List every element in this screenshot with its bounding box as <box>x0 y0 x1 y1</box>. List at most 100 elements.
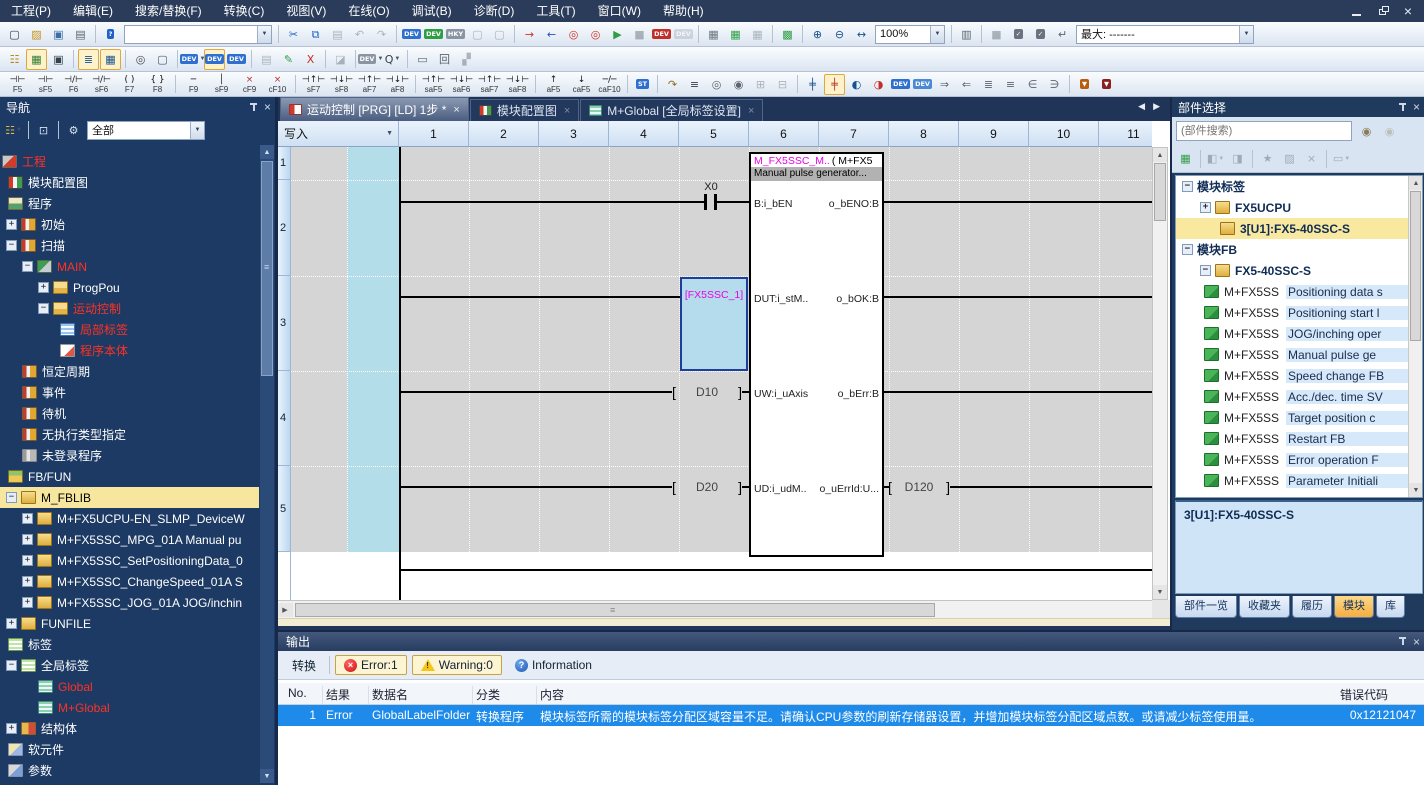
collapse-icon[interactable]: − <box>1200 265 1211 276</box>
ladder-symbol-saF5-button[interactable]: ⊣↑⊢saF5 <box>420 73 447 96</box>
step-gray-icon[interactable]: ■ <box>986 24 1007 45</box>
expand-icon[interactable]: + <box>6 618 17 629</box>
parts-tab-部件一览[interactable]: 部件一览 <box>1175 596 1237 618</box>
copy-icon[interactable]: ⧉ <box>305 24 326 45</box>
new-project-icon[interactable]: ▢ <box>4 24 25 45</box>
verify-icon[interactable]: ◎ <box>563 24 584 45</box>
collapse-icon[interactable]: − <box>22 261 33 272</box>
favorite-star-icon[interactable]: ★ <box>1257 148 1278 169</box>
parts-fb-item[interactable]: M+FX5SSParameter Initiali <box>1176 470 1422 491</box>
nav-tree-item[interactable]: −全局标签 <box>0 655 259 676</box>
parts-tab-库[interactable]: 库 <box>1376 596 1405 618</box>
ladder-symbol-F7-button[interactable]: ( )F7 <box>116 73 143 96</box>
scroll-right-icon[interactable]: ▶ <box>278 603 292 617</box>
minimize-icon[interactable] <box>1346 3 1366 19</box>
nav-tree-item[interactable]: 待机 <box>0 403 259 424</box>
diff-icon[interactable]: ◎ <box>585 24 606 45</box>
nav-tree-item[interactable]: 未登录程序 <box>0 445 259 466</box>
nav-tree-item[interactable]: −M_FBLIB <box>0 487 259 508</box>
device-key-icon[interactable]: HKY <box>445 24 466 45</box>
editor-horizontal-scrollbar[interactable]: ◀ ▶ <box>278 600 1152 618</box>
undo-icon[interactable]: ↶ <box>349 24 370 45</box>
nav-tree-item[interactable]: +ProgPou <box>0 277 259 298</box>
collapse-icon[interactable]: − <box>1182 244 1193 255</box>
run-icon[interactable]: ▶ <box>607 24 628 45</box>
write-style-icon[interactable]: ▼ <box>1074 74 1095 95</box>
ladder-symbol-saF6-button[interactable]: ⊣↓⊢saF6 <box>448 73 475 96</box>
menu-item[interactable]: 窗口(W) <box>587 0 652 22</box>
row-delete-icon[interactable]: ⊟ <box>772 74 793 95</box>
expand-icon[interactable]: + <box>22 534 33 545</box>
navigation-scrollbar[interactable]: ▲ ▼ <box>260 145 274 783</box>
device-red-icon[interactable]: DEV <box>651 24 672 45</box>
indent-left-icon[interactable]: ⇐ <box>956 74 977 95</box>
nav-tree-item[interactable]: 工程 <box>0 151 259 172</box>
device-find-icon[interactable]: ◐ <box>846 74 867 95</box>
nav-tree-item[interactable]: M+Global <box>0 697 259 718</box>
max-combo[interactable]: 最大: -------▼ <box>1076 25 1254 44</box>
nav-tree-item[interactable]: FB/FUN <box>0 466 259 487</box>
expand-icon[interactable]: + <box>38 282 49 293</box>
find-prev-icon[interactable]: ◎ <box>706 74 727 95</box>
warning-filter-button[interactable]: Warning:0 <box>412 655 502 675</box>
error-filter-button[interactable]: × Error:1 <box>335 655 407 675</box>
document-tab-3[interactable]: M+Global [全局标签设置]× <box>580 99 763 121</box>
window-dis-icon[interactable]: ▦ <box>747 24 768 45</box>
nav-tree-item[interactable]: 模块配置图 <box>0 172 259 193</box>
device-display-icon[interactable]: DEV▼ <box>360 49 381 70</box>
zoom-level-combo[interactable]: 100%▼ <box>875 25 945 44</box>
nav-window-icon[interactable]: ☷ <box>4 49 25 70</box>
parts-fb-item[interactable]: M+FX5SSError operation F <box>1176 449 1422 470</box>
parts-tree-item[interactable]: 3[U1]:FX5-40SSC-S <box>1176 218 1422 239</box>
ladder-symbol-cF10-button[interactable]: ×cF10 <box>264 73 291 96</box>
ladder-view-icon[interactable]: ≣ <box>78 49 99 70</box>
expand-icon[interactable]: + <box>22 597 33 608</box>
zoom-in-icon[interactable]: ⊕ <box>807 24 828 45</box>
wrap-icon[interactable]: ∈ <box>1022 74 1043 95</box>
nav-tree-item[interactable]: +M+FX5SSC_MPG_01A Manual pu <box>0 529 259 550</box>
menu-item[interactable]: 诊断(D) <box>463 0 526 22</box>
parts-tree-item[interactable]: −模块标签 <box>1176 176 1422 197</box>
parts-tab-收藏夹[interactable]: 收藏夹 <box>1239 596 1290 618</box>
find-next-icon[interactable]: ◉ <box>728 74 749 95</box>
device-off-icon[interactable]: ▢ <box>467 24 488 45</box>
read-from-plc-icon[interactable]: ← <box>541 24 562 45</box>
check-io-icon[interactable]: X <box>300 49 321 70</box>
check-program-icon[interactable]: ✓ <box>1008 24 1029 45</box>
ladder-symbol-F5-button[interactable]: ⊣⊢F5 <box>4 73 31 96</box>
nav-tree-item[interactable]: −MAIN <box>0 256 259 277</box>
search-zoom-icon[interactable]: Q▼ <box>382 49 403 70</box>
nav-tree-item[interactable]: +结构体 <box>0 718 259 739</box>
window-float-icon[interactable]: ▞ <box>456 49 477 70</box>
nav-tree-item[interactable]: +初始 <box>0 214 259 235</box>
operand-d10[interactable]: [ D10 ] <box>672 383 742 401</box>
operand-d20[interactable]: [ D20 ] <box>672 478 742 496</box>
parts-fb-item[interactable]: M+FX5SSRestart FB <box>1176 428 1422 449</box>
device-monitor-icon[interactable]: DEV <box>423 24 444 45</box>
menu-item[interactable]: 编辑(E) <box>62 0 124 22</box>
nav-tree-item[interactable]: Global <box>0 676 259 697</box>
align-list-icon[interactable]: ≣ <box>978 74 999 95</box>
menu-item[interactable]: 在线(O) <box>337 0 400 22</box>
device-batch-icon[interactable]: DEV <box>890 74 911 95</box>
parts-search-input[interactable] <box>1176 121 1352 141</box>
print-icon[interactable]: ▤ <box>70 24 91 45</box>
expand-icon[interactable]: + <box>22 513 33 524</box>
write-style2-icon[interactable]: ▼ <box>1096 74 1117 95</box>
nav-tree-item[interactable]: 局部标签 <box>0 319 259 340</box>
align-list2-icon[interactable]: ≡ <box>1000 74 1021 95</box>
device-write-icon[interactable]: DEV <box>401 24 422 45</box>
device-view-icon[interactable]: DEV <box>204 49 225 70</box>
parts-tree-item[interactable]: −FX5-40SSC-S <box>1176 260 1422 281</box>
collapse-all-icon[interactable]: ⊡ <box>33 120 54 141</box>
parts-fb-item[interactable]: M+FX5SSSpeed change FB <box>1176 365 1422 386</box>
parts-fb-item[interactable]: M+FX5SSJOG/inching oper <box>1176 323 1422 344</box>
ladder-symbol-caF10-button[interactable]: ─/─caF10 <box>596 73 623 96</box>
help-icon[interactable]: ? <box>100 24 121 45</box>
nav-tree-item[interactable]: 标签 <box>0 634 259 655</box>
find-icon[interactable]: ◎ <box>130 49 151 70</box>
parts-scrollbar[interactable]: ▲ ▼ <box>1408 176 1422 497</box>
menu-item[interactable]: 工程(P) <box>0 0 62 22</box>
ladder-symbol-aF5-button[interactable]: ↑aF5 <box>540 73 567 96</box>
device-comment-combo-icon[interactable]: DEV▼ <box>182 49 203 70</box>
